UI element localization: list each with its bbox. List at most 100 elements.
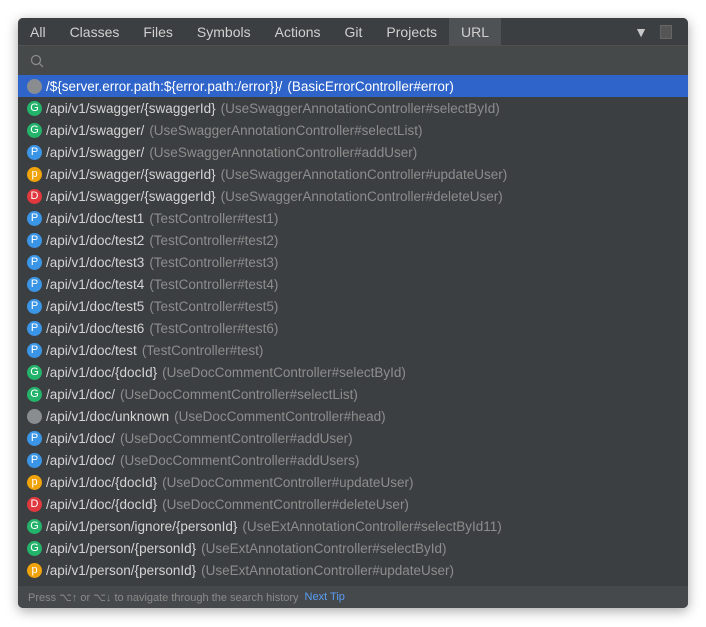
url-path: /api/v1/doc/test6 <box>46 320 145 336</box>
http-method-icon <box>27 408 42 424</box>
url-path: /api/v1/person/ignore/{personId} <box>46 518 238 534</box>
list-item[interactable]: /${server.error.path:${error.path:/error… <box>18 75 688 97</box>
http-method-icon: p <box>27 474 42 490</box>
controller-method: (UseDocCommentController#updateUser) <box>162 474 414 490</box>
tab-symbols[interactable]: Symbols <box>185 18 263 45</box>
url-path: /api/v1/doc/test1 <box>46 210 145 226</box>
http-method-icon: P <box>27 298 42 314</box>
url-path: /api/v1/swagger/ <box>46 144 145 160</box>
list-item[interactable]: p/api/v1/swagger/{swaggerId} (UseSwaggerA… <box>18 163 688 185</box>
list-item[interactable]: /api/v1/doc/unknown (UseDocCommentControl… <box>18 405 688 427</box>
list-item[interactable]: P/api/v1/doc/test2 (TestController#test2) <box>18 229 688 251</box>
http-method-icon: P <box>27 320 42 336</box>
url-results-list: /${server.error.path:${error.path:/error… <box>18 75 688 586</box>
controller-method: (UseSwaggerAnnotationController#deleteUs… <box>220 188 503 204</box>
controller-method: (UseExtAnnotationController#updateUser) <box>201 562 454 578</box>
controller-method: (UseDocCommentController#deleteUser) <box>162 496 409 512</box>
controller-method: (UseSwaggerAnnotationController#selectLi… <box>149 122 423 138</box>
controller-method: (TestController#test4) <box>149 276 279 292</box>
list-item[interactable]: P/api/v1/doc/(UseDocCommentController#ad… <box>18 449 688 471</box>
list-item[interactable]: G/api/v1/doc/{docId} (UseDocCommentContro… <box>18 361 688 383</box>
list-item[interactable]: D/api/v1/swagger/{swaggerId} (UseSwaggerA… <box>18 185 688 207</box>
footer: Press ⌥↑ or ⌥↓ to navigate through the s… <box>18 586 688 608</box>
list-item[interactable]: p/api/v1/doc/{docId} (UseDocCommentContro… <box>18 471 688 493</box>
controller-method: (UseDocCommentController#selectList) <box>120 386 358 402</box>
url-path: /api/v1/doc/test3 <box>46 254 145 270</box>
search-input[interactable] <box>50 52 688 69</box>
tab-projects[interactable]: Projects <box>374 18 449 45</box>
controller-method: (TestController#test3) <box>149 254 279 270</box>
list-item[interactable]: D/api/v1/doc/{docId} (UseDocCommentContro… <box>18 493 688 515</box>
http-method-icon: P <box>27 232 42 248</box>
http-method-icon: P <box>27 254 42 270</box>
http-method-icon: P <box>27 276 42 292</box>
http-method-icon: D <box>27 188 42 204</box>
http-method-icon: p <box>27 166 42 182</box>
tab-classes[interactable]: Classes <box>58 18 132 45</box>
tab-all[interactable]: All <box>18 18 58 45</box>
controller-method: (UseSwaggerAnnotationController#selectBy… <box>220 100 500 116</box>
url-path: /api/v1/doc/test4 <box>46 276 145 292</box>
http-method-icon: p <box>27 562 42 578</box>
search-icon <box>30 54 44 67</box>
http-method-icon: G <box>27 540 42 556</box>
controller-method: (UseDocCommentController#selectById) <box>162 364 406 380</box>
url-path: /${server.error.path:${error.path:/error… <box>46 78 283 94</box>
controller-method: (TestController#test1) <box>149 210 279 226</box>
list-item[interactable]: P/api/v1/doc/(UseDocCommentController#ad… <box>18 427 688 449</box>
http-method-icon: P <box>27 144 42 160</box>
list-item[interactable]: P/api/v1/doc/test3 (TestController#test3) <box>18 251 688 273</box>
http-method-icon: D <box>27 496 42 512</box>
list-item[interactable]: P/api/v1/swagger/(UseSwaggerAnnotationCo… <box>18 141 688 163</box>
http-method-icon: P <box>27 210 42 226</box>
search-field[interactable] <box>18 46 688 76</box>
url-path: /api/v1/swagger/ <box>46 122 145 138</box>
tab-files[interactable]: Files <box>131 18 185 45</box>
http-method-icon: G <box>27 386 42 402</box>
tab-git[interactable]: Git <box>333 18 375 45</box>
http-method-icon: P <box>27 342 42 358</box>
url-path: /api/v1/doc/test2 <box>46 232 145 248</box>
url-path: /api/v1/person/{personId} <box>46 562 197 578</box>
controller-method: (UseExtAnnotationController#selectById11… <box>242 518 502 534</box>
tab-bar: All Classes Files Symbols Actions Git Projects… <box>18 18 688 46</box>
list-item[interactable]: P/api/v1/doc/test1 (TestController#test1) <box>18 207 688 229</box>
list-item[interactable]: P/api/v1/doc/test6 (TestController#test6) <box>18 317 688 339</box>
http-method-icon: P <box>27 452 42 468</box>
controller-method: (BasicErrorController#error) <box>287 78 454 94</box>
open-in-window-icon[interactable] <box>660 25 672 39</box>
list-item[interactable]: G/api/v1/person/ignore/{personId} (UseExt… <box>18 515 688 537</box>
http-method-icon <box>27 78 42 94</box>
list-item[interactable]: G/api/v1/person/{personId} (UseExtAnnotat… <box>18 537 688 559</box>
url-path: /api/v1/doc/{docId} <box>46 364 158 380</box>
http-method-icon: G <box>27 100 42 116</box>
tab-url[interactable]: URL <box>449 18 502 45</box>
next-tip-link[interactable]: Next Tip <box>305 591 345 603</box>
list-item[interactable]: p/api/v1/person/{personId} (UseExtAnnotat… <box>18 559 688 581</box>
tab-actions[interactable]: Actions <box>263 18 333 45</box>
controller-method: (TestController#test2) <box>149 232 279 248</box>
url-path: /api/v1/swagger/{swaggerId} <box>46 100 216 116</box>
list-item[interactable]: G/api/v1/swagger/(UseSwaggerAnnotationCo… <box>18 119 688 141</box>
list-item[interactable]: P/api/v1/doc/test5 (TestController#test5) <box>18 295 688 317</box>
controller-method: (TestController#test) <box>141 342 264 358</box>
url-path: /api/v1/doc/unknown <box>46 408 170 424</box>
http-method-icon: G <box>27 122 42 138</box>
url-path: /api/v1/doc/ <box>46 452 116 468</box>
controller-method: (UseDocCommentController#head) <box>174 408 386 424</box>
url-path: /api/v1/doc/test <box>46 342 137 358</box>
list-item[interactable]: P/api/v1/doc/test (TestController#test) <box>18 339 688 361</box>
search-everywhere-popup: All Classes Files Symbols Actions Git Projects… <box>18 18 688 608</box>
controller-method: (UseDocCommentController#addUsers) <box>120 452 360 468</box>
list-item[interactable]: G/api/v1/swagger/{swaggerId} (UseSwaggerA… <box>18 97 688 119</box>
http-method-icon: P <box>27 430 42 446</box>
list-item[interactable]: P/api/v1/doc/test4 (TestController#test4) <box>18 273 688 295</box>
controller-method: (TestController#test5) <box>149 298 279 314</box>
url-path: /api/v1/doc/{docId} <box>46 474 158 490</box>
controller-method: (UseSwaggerAnnotationController#updateUs… <box>220 166 508 182</box>
controller-method: (UseSwaggerAnnotationController#addUser) <box>149 144 418 160</box>
footer-hint: Press ⌥↑ or ⌥↓ to navigate through the s… <box>28 591 299 604</box>
controller-method: (UseDocCommentController#addUser) <box>120 430 353 446</box>
filter-icon[interactable]: ▼ <box>634 24 648 40</box>
list-item[interactable]: G/api/v1/doc/(UseDocCommentController#se… <box>18 383 688 405</box>
